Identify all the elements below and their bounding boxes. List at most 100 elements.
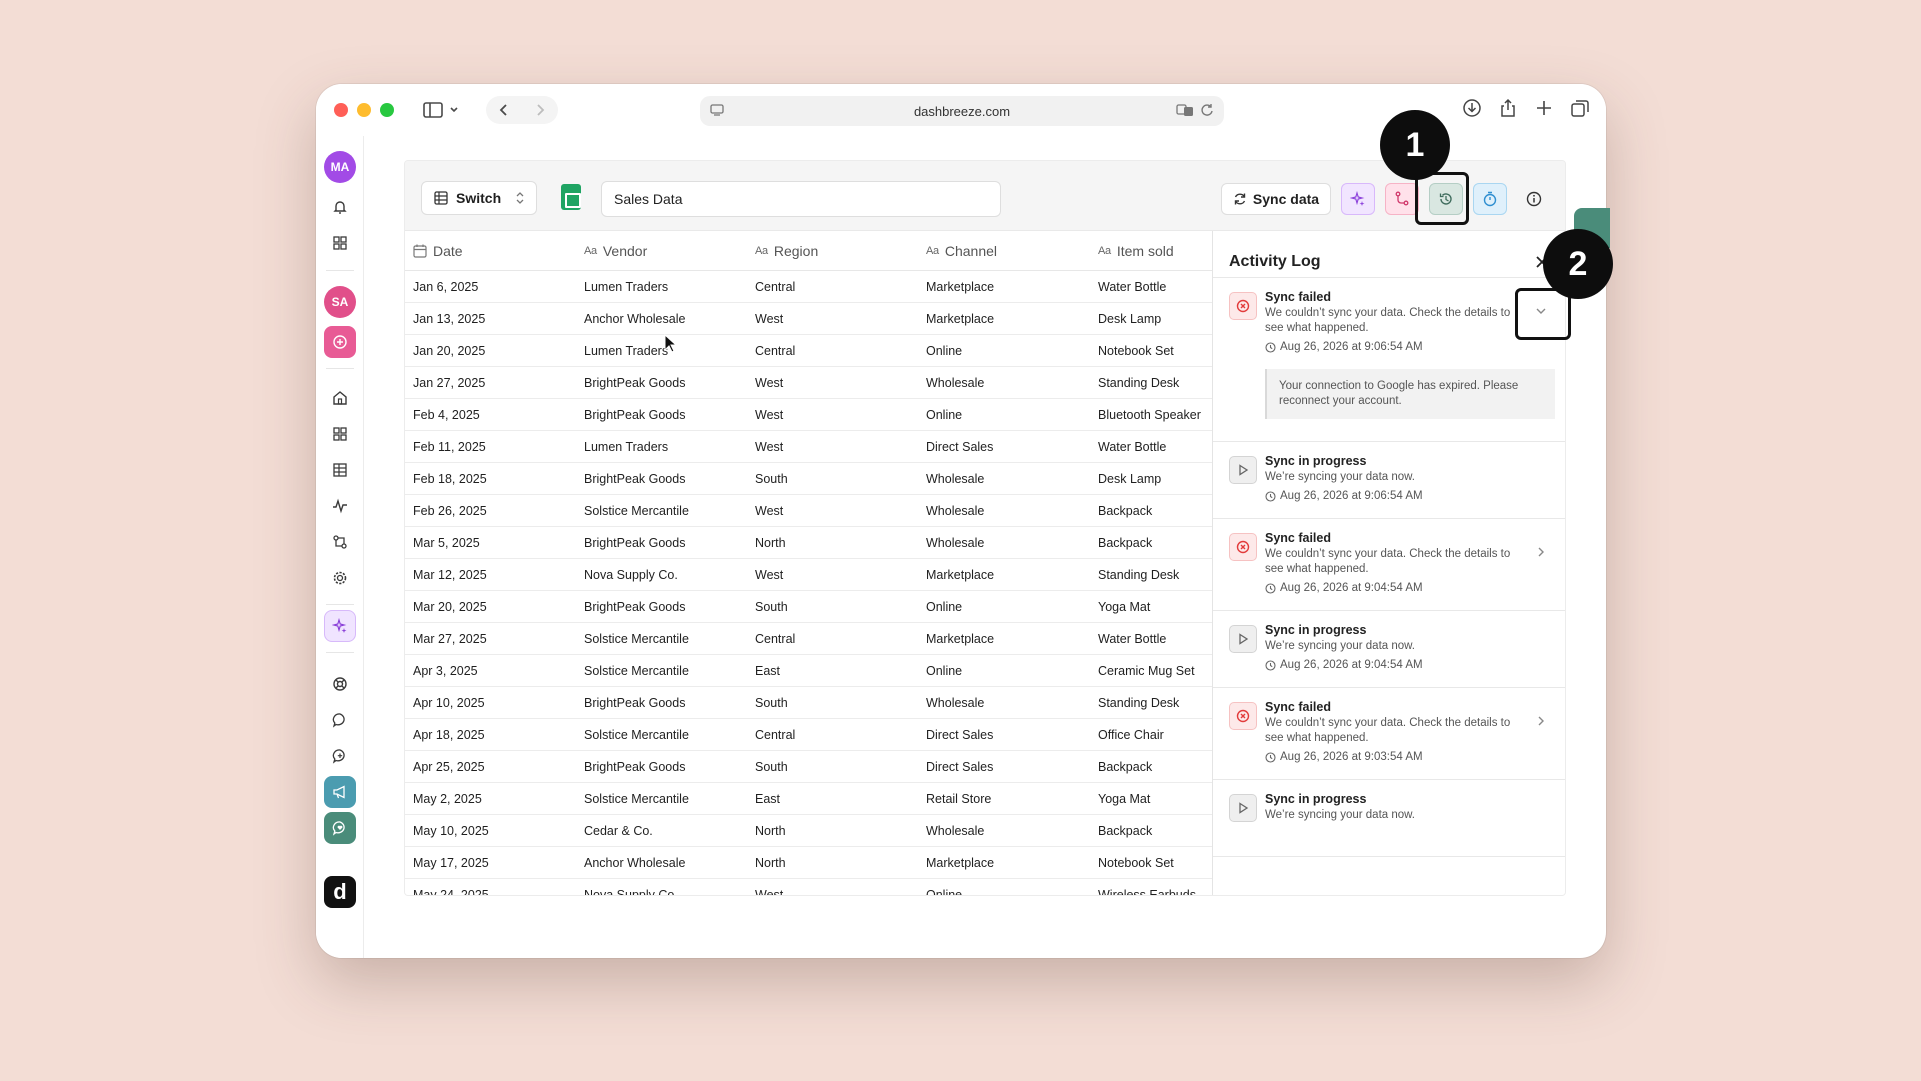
table-row[interactable]: Feb 26, 2025 Solstice Mercantile West Whole… <box>405 495 1212 527</box>
table-cell[interactable]: Mar 5, 2025 <box>405 536 576 550</box>
table-cell[interactable]: BrightPeak Goods <box>576 536 747 550</box>
table-cell[interactable]: Office Chair <box>1090 728 1212 742</box>
ai-assistant-button[interactable] <box>324 610 356 642</box>
table-cell[interactable]: Online <box>918 344 1090 358</box>
dashboards-button[interactable] <box>324 418 356 450</box>
table-row[interactable]: Jan 20, 2025 Lumen Traders Central Online No… <box>405 335 1212 367</box>
table-cell[interactable]: Notebook Set <box>1090 856 1212 870</box>
activity-event-sync-in-progress[interactable]: Sync in progress We’re syncing your data … <box>1213 441 1565 518</box>
table-cell[interactable]: South <box>747 472 918 486</box>
table-cell[interactable]: West <box>747 408 918 422</box>
table-row[interactable]: Apr 10, 2025 BrightPeak Goods South Wholesa… <box>405 687 1212 719</box>
table-row[interactable]: Jan 6, 2025 Lumen Traders Central Marketpla… <box>405 271 1212 303</box>
sync-data-button[interactable]: Sync data <box>1221 183 1331 215</box>
table-row[interactable]: Mar 12, 2025 Nova Supply Co. West Marketpla… <box>405 559 1212 591</box>
table-cell[interactable]: Water Bottle <box>1090 280 1212 294</box>
table-cell[interactable]: Direct Sales <box>918 760 1090 774</box>
table-row[interactable]: May 24, 2025 Nova Supply Co. West Online Wir… <box>405 879 1212 896</box>
tables-button[interactable] <box>324 454 356 486</box>
table-row[interactable]: Feb 11, 2025 Lumen Traders West Direct Sale… <box>405 431 1212 463</box>
table-cell[interactable]: Standing Desk <box>1090 568 1212 582</box>
table-cell[interactable]: Feb 11, 2025 <box>405 440 576 454</box>
dataset-title-input[interactable] <box>601 181 1001 217</box>
column-header-item-sold[interactable]: Aa Item sold <box>1090 243 1212 259</box>
table-cell[interactable]: Water Bottle <box>1090 632 1212 646</box>
brand-logo[interactable]: d <box>324 876 356 908</box>
table-cell[interactable]: Yoga Mat <box>1090 792 1212 806</box>
table-row[interactable]: Jan 27, 2025 BrightPeak Goods West Wholesal… <box>405 367 1212 399</box>
new-chat-button[interactable] <box>324 740 356 772</box>
table-cell[interactable]: Jan 13, 2025 <box>405 312 576 326</box>
back-icon[interactable] <box>497 102 511 118</box>
table-cell[interactable]: Apr 3, 2025 <box>405 664 576 678</box>
table-row[interactable]: Jan 13, 2025 Anchor Wholesale West Marketpl… <box>405 303 1212 335</box>
table-cell[interactable]: West <box>747 440 918 454</box>
column-header-vendor[interactable]: Aa Vendor <box>576 243 747 259</box>
new-tab-icon[interactable] <box>1534 98 1554 118</box>
table-cell[interactable]: Water Bottle <box>1090 440 1212 454</box>
ai-insights-button[interactable] <box>1341 183 1375 215</box>
info-button[interactable] <box>1517 183 1551 215</box>
column-header-channel[interactable]: Aa Channel <box>918 243 1090 259</box>
table-cell[interactable]: Marketplace <box>918 280 1090 294</box>
table-cell[interactable]: Apr 18, 2025 <box>405 728 576 742</box>
integrations-button[interactable] <box>324 526 356 558</box>
table-cell[interactable]: South <box>747 600 918 614</box>
table-row[interactable]: Mar 27, 2025 Solstice Mercantile Central Ma… <box>405 623 1212 655</box>
activity-event-sync-in-progress[interactable]: Sync in progress We’re syncing your data … <box>1213 610 1565 687</box>
table-cell[interactable]: Wholesale <box>918 536 1090 550</box>
apps-button[interactable] <box>324 227 356 259</box>
table-cell[interactable]: Cedar & Co. <box>576 824 747 838</box>
table-cell[interactable]: Nova Supply Co. <box>576 888 747 896</box>
table-cell[interactable]: Direct Sales <box>918 728 1090 742</box>
table-cell[interactable]: North <box>747 536 918 550</box>
table-cell[interactable]: BrightPeak Goods <box>576 600 747 614</box>
table-cell[interactable]: Central <box>747 632 918 646</box>
table-cell[interactable]: East <box>747 792 918 806</box>
table-cell[interactable]: Mar 20, 2025 <box>405 600 576 614</box>
data-flow-button[interactable] <box>1385 183 1419 215</box>
table-cell[interactable]: Marketplace <box>918 312 1090 326</box>
table-cell[interactable]: West <box>747 568 918 582</box>
column-header-date[interactable]: Date <box>405 243 576 259</box>
activity-event-sync-failed[interactable]: Sync failed We couldn’t sync your data. C… <box>1213 518 1565 610</box>
workspace-avatar[interactable]: SA <box>324 286 356 318</box>
table-cell[interactable]: Online <box>918 888 1090 896</box>
settings-button[interactable] <box>324 562 356 594</box>
table-cell[interactable]: West <box>747 504 918 518</box>
table-cell[interactable]: Lumen Traders <box>576 440 747 454</box>
table-cell[interactable]: Wireless Earbuds <box>1090 888 1212 896</box>
expand-chevron-button[interactable] <box>1531 542 1551 562</box>
table-cell[interactable]: Lumen Traders <box>576 280 747 294</box>
download-icon[interactable] <box>1462 98 1482 118</box>
table-cell[interactable]: Wholesale <box>918 504 1090 518</box>
table-cell[interactable]: Yoga Mat <box>1090 600 1212 614</box>
table-row[interactable]: Feb 18, 2025 BrightPeak Goods South Wholesa… <box>405 463 1212 495</box>
announcements-button[interactable] <box>324 776 356 808</box>
table-cell[interactable]: East <box>747 664 918 678</box>
table-cell[interactable]: Feb 26, 2025 <box>405 504 576 518</box>
table-cell[interactable]: Desk Lamp <box>1090 472 1212 486</box>
table-cell[interactable]: Anchor Wholesale <box>576 312 747 326</box>
activity-event-sync-failed[interactable]: Sync failed We couldn’t sync your data. C… <box>1213 277 1565 441</box>
table-cell[interactable]: Backpack <box>1090 824 1212 838</box>
table-cell[interactable]: West <box>747 888 918 896</box>
table-cell[interactable]: Wholesale <box>918 472 1090 486</box>
table-cell[interactable]: Direct Sales <box>918 440 1090 454</box>
table-cell[interactable]: South <box>747 760 918 774</box>
sidebar-toggle-button[interactable] <box>414 96 474 124</box>
table-cell[interactable]: May 2, 2025 <box>405 792 576 806</box>
table-cell[interactable]: BrightPeak Goods <box>576 696 747 710</box>
table-cell[interactable]: BrightPeak Goods <box>576 408 747 422</box>
add-button[interactable] <box>324 326 356 358</box>
table-cell[interactable]: BrightPeak Goods <box>576 472 747 486</box>
table-cell[interactable]: Wholesale <box>918 696 1090 710</box>
zoom-window-button[interactable] <box>380 103 394 117</box>
page-menu-icon[interactable] <box>710 103 724 120</box>
table-cell[interactable]: Marketplace <box>918 856 1090 870</box>
table-cell[interactable]: Anchor Wholesale <box>576 856 747 870</box>
table-cell[interactable]: Backpack <box>1090 504 1212 518</box>
table-cell[interactable]: BrightPeak Goods <box>576 760 747 774</box>
table-cell[interactable]: Solstice Mercantile <box>576 664 747 678</box>
activity-event-sync-in-progress[interactable]: Sync in progress We’re syncing your data … <box>1213 779 1565 856</box>
